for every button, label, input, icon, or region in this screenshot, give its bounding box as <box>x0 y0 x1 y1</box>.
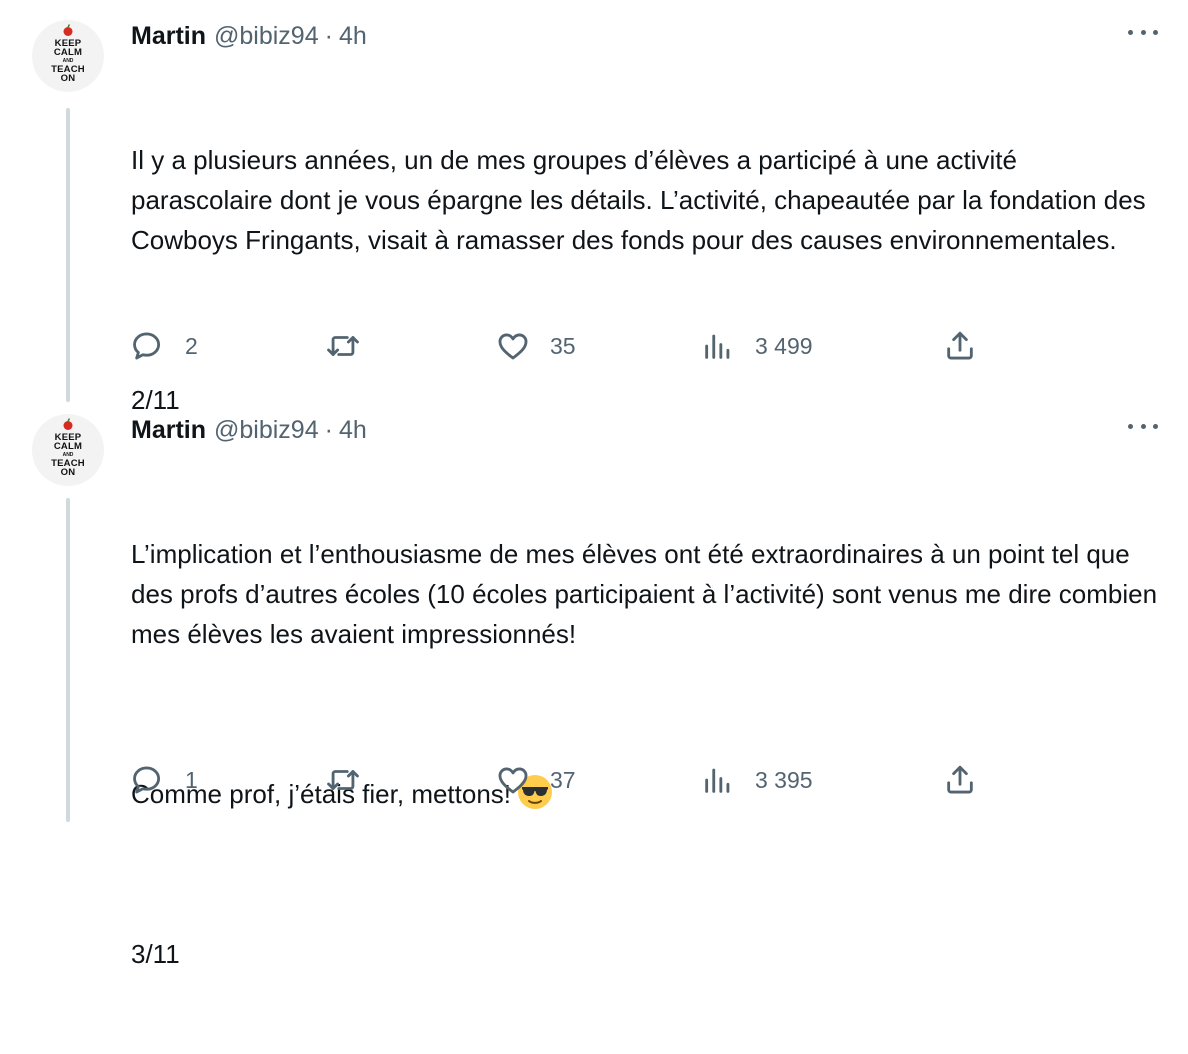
reply-count: 2 <box>185 332 198 359</box>
timestamp[interactable]: 4h <box>339 416 367 445</box>
like-count: 35 <box>550 332 576 359</box>
like-button[interactable]: 35 <box>496 326 576 366</box>
tweet-paragraph: L’implication et l’enthousiasme de mes é… <box>131 539 1165 649</box>
apple-icon <box>63 418 73 430</box>
tweet-text: L’implication et l’enthousiasme de mes é… <box>131 454 1158 1054</box>
thread-line <box>66 108 70 402</box>
author-handle[interactable]: @bibiz94 <box>214 416 319 445</box>
heart-icon <box>498 333 528 360</box>
thread-line <box>66 498 70 822</box>
avatar-text: ON <box>60 73 76 84</box>
share-upload-icon <box>947 765 973 794</box>
speech-bubble-icon <box>133 766 161 794</box>
share-button[interactable] <box>943 760 977 800</box>
tweet[interactable]: Martin @bibiz94 · 4h L’implication et l’… <box>131 410 1158 969</box>
views-button[interactable]: 3 395 <box>701 760 813 800</box>
avatar-text: AND <box>62 57 74 64</box>
tweet-paragraph: Il y a plusieurs années, un de mes group… <box>131 145 1153 255</box>
separator-dot: · <box>324 415 333 444</box>
views-count: 3 499 <box>755 332 813 359</box>
tweet[interactable]: Martin @bibiz94 · 4h Il y a plusieurs an… <box>131 16 1158 415</box>
tweet-header: Martin @bibiz94 · 4h <box>131 410 367 450</box>
timestamp[interactable]: 4h <box>339 22 367 51</box>
reply-button[interactable]: 2 <box>131 326 198 366</box>
avatar-text: CALM <box>53 47 83 58</box>
views-button[interactable]: 3 499 <box>701 326 813 366</box>
retweet-button[interactable] <box>326 326 380 366</box>
bar-chart-icon <box>705 334 730 359</box>
author-name[interactable]: Martin <box>131 22 206 51</box>
avatar[interactable]: KEEP CALM AND TEACH ON <box>32 414 104 486</box>
retweet-icon <box>327 336 359 356</box>
retweet-button[interactable] <box>326 760 380 800</box>
author-handle[interactable]: @bibiz94 <box>214 22 319 51</box>
like-count: 37 <box>550 766 576 793</box>
thread-counter: 3/11 <box>131 939 180 969</box>
more-dots-icon[interactable] <box>1128 22 1158 42</box>
action-bar: 2 35 3 499 <box>131 326 991 366</box>
action-bar: 1 37 3 395 <box>131 760 991 800</box>
avatar-text: AND <box>62 451 74 458</box>
retweet-icon <box>327 770 359 790</box>
avatar-text: CALM <box>53 441 83 452</box>
avatar[interactable]: KEEP CALM AND TEACH ON <box>32 20 104 92</box>
tweet-header: Martin @bibiz94 · 4h <box>131 16 367 56</box>
apple-icon <box>63 24 73 36</box>
like-button[interactable]: 37 <box>496 760 576 800</box>
more-dots-icon[interactable] <box>1128 416 1158 436</box>
heart-icon <box>498 767 528 794</box>
speech-bubble-icon <box>133 332 161 360</box>
avatar-text: ON <box>60 467 76 478</box>
views-count: 3 395 <box>755 766 813 793</box>
bar-chart-icon <box>705 768 730 793</box>
reply-count: 1 <box>185 766 198 793</box>
share-button[interactable] <box>943 326 977 366</box>
separator-dot: · <box>324 21 333 50</box>
share-upload-icon <box>947 331 973 360</box>
reply-button[interactable]: 1 <box>131 760 198 800</box>
author-name[interactable]: Martin <box>131 416 206 445</box>
